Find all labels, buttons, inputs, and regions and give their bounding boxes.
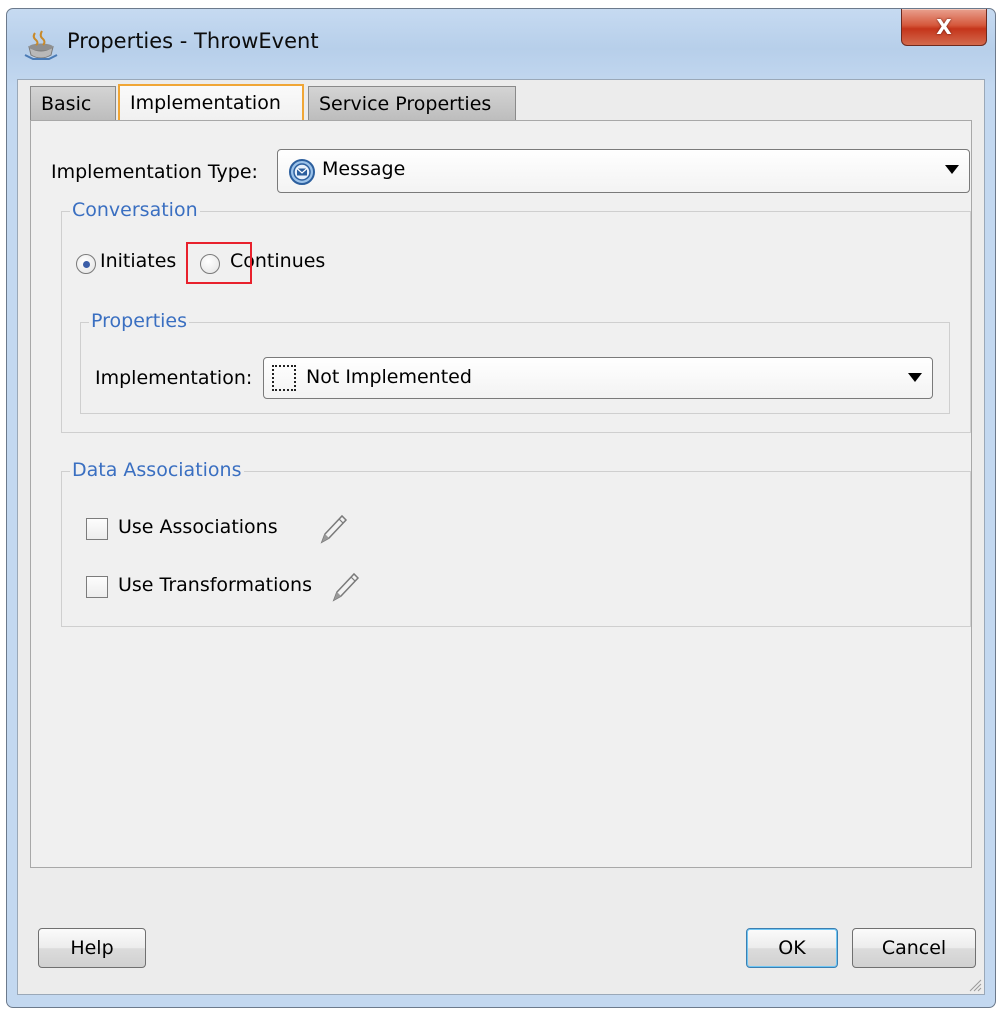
not-implemented-icon [272,365,296,391]
close-icon: X [936,15,952,39]
implementation-value: Not Implemented [306,366,472,388]
initiates-label: Initiates [100,250,177,272]
tab-implementation[interactable]: Implementation [118,84,304,122]
initiates-radio[interactable] [76,254,96,274]
title-bar[interactable]: Properties - ThrowEvent X [7,9,995,79]
conversation-group-title: Conversation [70,199,200,221]
radio-selected-dot [83,261,90,268]
tab-service-properties[interactable]: Service Properties [308,86,516,120]
use-transformations-checkbox[interactable] [86,576,108,598]
implementation-type-value: Message [322,158,406,180]
data-associations-group-title: Data Associations [70,459,244,481]
implementation-select[interactable]: Not Implemented [263,357,933,399]
dialog-body: Basic Implementation Service Properties … [17,79,985,995]
properties-dialog: Properties - ThrowEvent X Basic Implemen… [6,8,996,1008]
chevron-down-icon[interactable] [908,373,922,382]
resize-grip-icon[interactable] [966,976,982,992]
tab-basic[interactable]: Basic [30,86,116,120]
conversation-group: Conversation Initiates Continues Propert… [61,199,971,433]
chevron-down-icon[interactable] [945,165,959,174]
tab-service-properties-label: Service Properties [319,93,492,115]
help-button[interactable]: Help [38,928,146,968]
conversation-properties-group: Properties Implementation: Not Implement… [80,310,950,414]
tab-implementation-label: Implementation [130,92,281,114]
implementation-type-label: Implementation Type: [51,161,258,183]
data-associations-group: Data Associations Use Associations Use T… [61,459,971,627]
use-associations-checkbox[interactable] [86,518,108,540]
implementation-label: Implementation: [95,367,253,389]
use-associations-label: Use Associations [118,516,278,538]
ok-button[interactable]: OK [746,928,838,968]
pencil-icon[interactable] [328,570,360,604]
java-cup-icon [24,30,58,60]
message-icon [289,159,315,185]
close-button[interactable]: X [901,9,987,46]
pencil-icon[interactable] [316,512,348,546]
use-transformations-label: Use Transformations [118,574,312,596]
window-title: Properties - ThrowEvent [67,29,319,53]
tab-basic-label: Basic [41,93,92,115]
highlight-box [186,242,252,284]
properties-group-title: Properties [89,310,190,332]
cancel-button[interactable]: Cancel [852,928,976,968]
implementation-type-select[interactable]: Message [277,149,970,193]
implementation-panel: Implementation Type: Message Conversatio… [30,120,972,868]
